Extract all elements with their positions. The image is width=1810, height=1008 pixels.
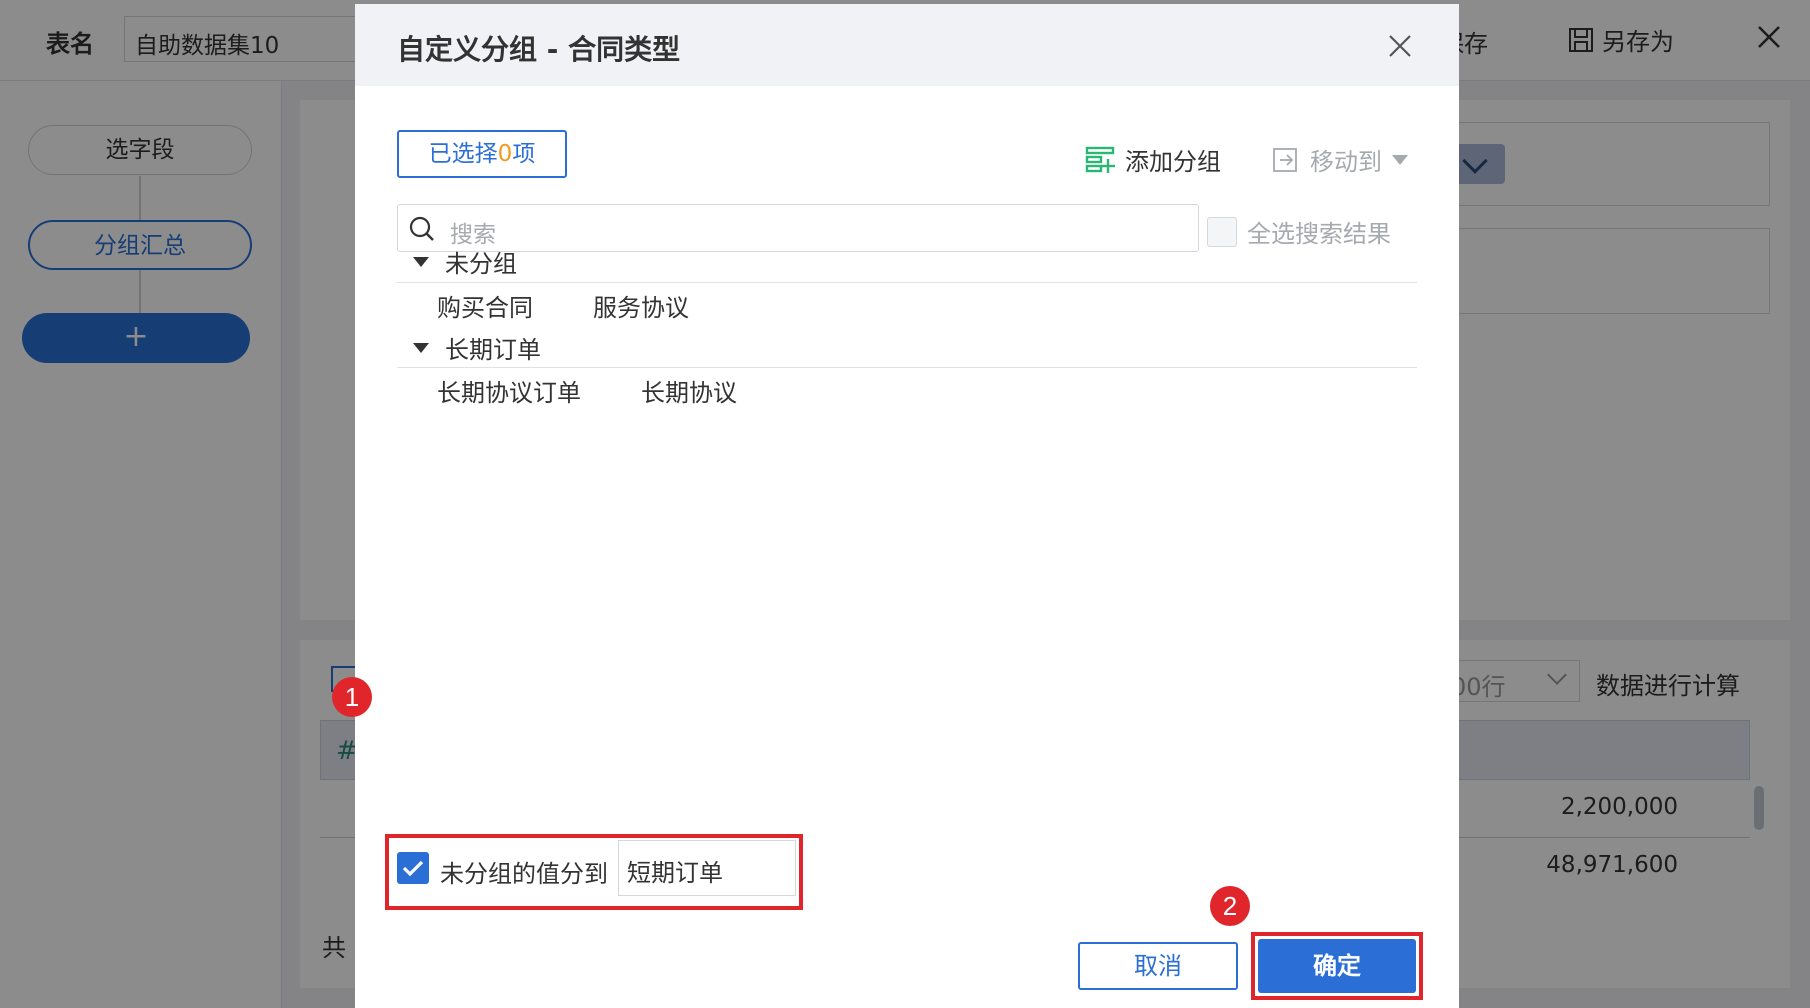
move-to-label: 移动到 xyxy=(1310,148,1382,176)
group-divider xyxy=(397,282,1417,283)
group-item[interactable]: 购买合同 xyxy=(437,288,533,323)
select-all-results-label: 全选搜索结果 xyxy=(1247,220,1391,248)
callout-badge-1: 1 xyxy=(332,677,372,717)
group-item[interactable]: 长期协议 xyxy=(641,373,737,408)
selected-suffix: 项 xyxy=(512,141,536,167)
selected-prefix: 已选择 xyxy=(428,141,498,167)
custom-group-dialog: 自定义分组 - 合同类型 已选择0项 添加分组 移动到 搜索 全选搜索结果 未分… xyxy=(332,4,1459,1008)
callout-badge-2: 2 xyxy=(1210,886,1250,926)
ungrouped-to-input[interactable]: 短期订单 xyxy=(618,840,796,896)
group-divider xyxy=(397,367,1417,368)
ungrouped-to-checkbox[interactable] xyxy=(397,852,429,884)
add-group-icon xyxy=(1085,146,1115,173)
selected-count: 0 xyxy=(497,141,513,167)
ok-button[interactable]: 确定 xyxy=(1258,939,1416,993)
move-to-icon xyxy=(1273,147,1297,172)
ungrouped-to-label: 未分组的值分到 xyxy=(440,860,608,888)
checkmark-icon xyxy=(402,860,424,877)
move-to-dropdown[interactable]: 移动到 xyxy=(1272,142,1408,177)
select-all-results-checkbox[interactable]: 全选搜索结果 xyxy=(1207,214,1391,249)
search-input[interactable]: 搜索 xyxy=(397,204,1199,252)
search-icon xyxy=(409,216,434,241)
collapse-caret-icon xyxy=(413,342,429,353)
cancel-button[interactable]: 取消 xyxy=(1078,942,1238,990)
dialog-title: 自定义分组 - 合同类型 xyxy=(397,33,681,66)
collapse-caret-icon xyxy=(413,256,429,267)
dialog-header: 自定义分组 - 合同类型 xyxy=(355,4,1459,86)
caret-down-icon xyxy=(1392,154,1408,165)
group-header-ungrouped[interactable]: 未分组 xyxy=(413,244,517,279)
group-header-long-term[interactable]: 长期订单 xyxy=(413,330,541,365)
checkbox-icon xyxy=(1207,216,1237,247)
selected-count-button[interactable]: 已选择0项 xyxy=(397,130,567,178)
group-name: 长期订单 xyxy=(445,336,541,364)
group-item[interactable]: 长期协议订单 xyxy=(437,373,581,408)
group-item[interactable]: 服务协议 xyxy=(593,288,689,323)
close-icon[interactable] xyxy=(1387,33,1413,59)
add-group-button[interactable]: 添加分组 xyxy=(1085,142,1221,177)
group-name: 未分组 xyxy=(445,250,517,278)
add-group-label: 添加分组 xyxy=(1125,148,1221,176)
